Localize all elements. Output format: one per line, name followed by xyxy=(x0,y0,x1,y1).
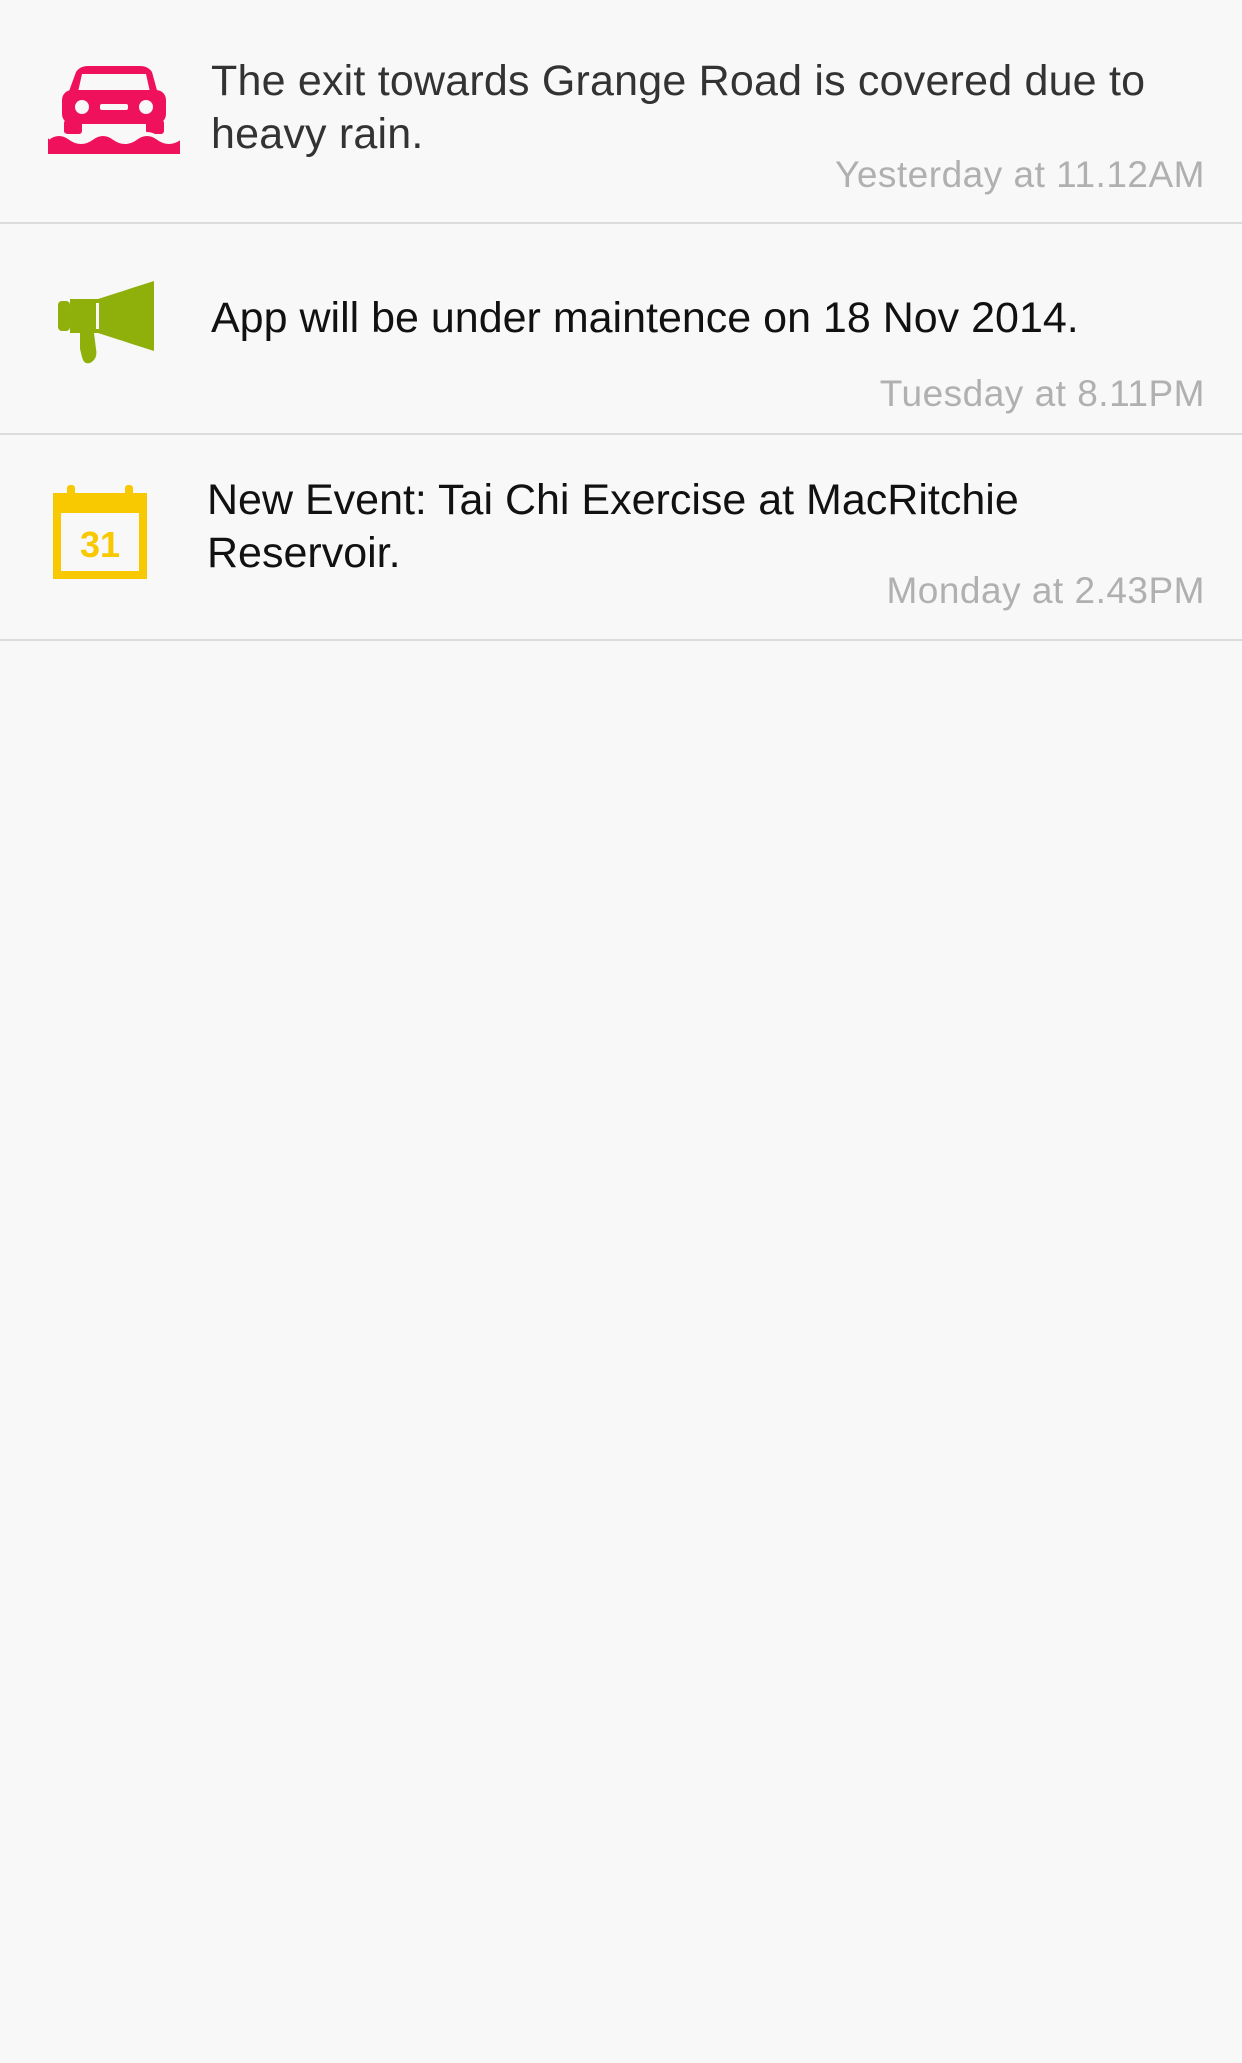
megaphone-icon xyxy=(58,279,154,365)
notification-message: The exit towards Grange Road is covered … xyxy=(211,57,1146,158)
notification-item-flood[interactable]: The exit towards Grange Road is covered … xyxy=(0,0,1242,224)
calendar-icon: 31 xyxy=(53,485,149,581)
flooded-car-icon xyxy=(48,60,180,156)
notification-list: The exit towards Grange Road is covered … xyxy=(0,0,1242,641)
notification-item-maintenance[interactable]: App will be under maintence on 18 Nov 20… xyxy=(0,224,1242,435)
notification-message: New Event: Tai Chi Exercise at MacRitchi… xyxy=(207,476,1019,577)
notification-timestamp: Monday at 2.43PM xyxy=(886,570,1205,611)
notification-item-event[interactable]: 31 New Event: Tai Chi Exercise at MacRit… xyxy=(0,435,1242,641)
notification-message: App will be under maintence on 18 Nov 20… xyxy=(211,294,1079,342)
calendar-day-label: 31 xyxy=(80,524,120,565)
notification-timestamp: Tuesday at 8.11PM xyxy=(879,373,1205,414)
notification-timestamp: Yesterday at 11.12AM xyxy=(835,154,1205,195)
